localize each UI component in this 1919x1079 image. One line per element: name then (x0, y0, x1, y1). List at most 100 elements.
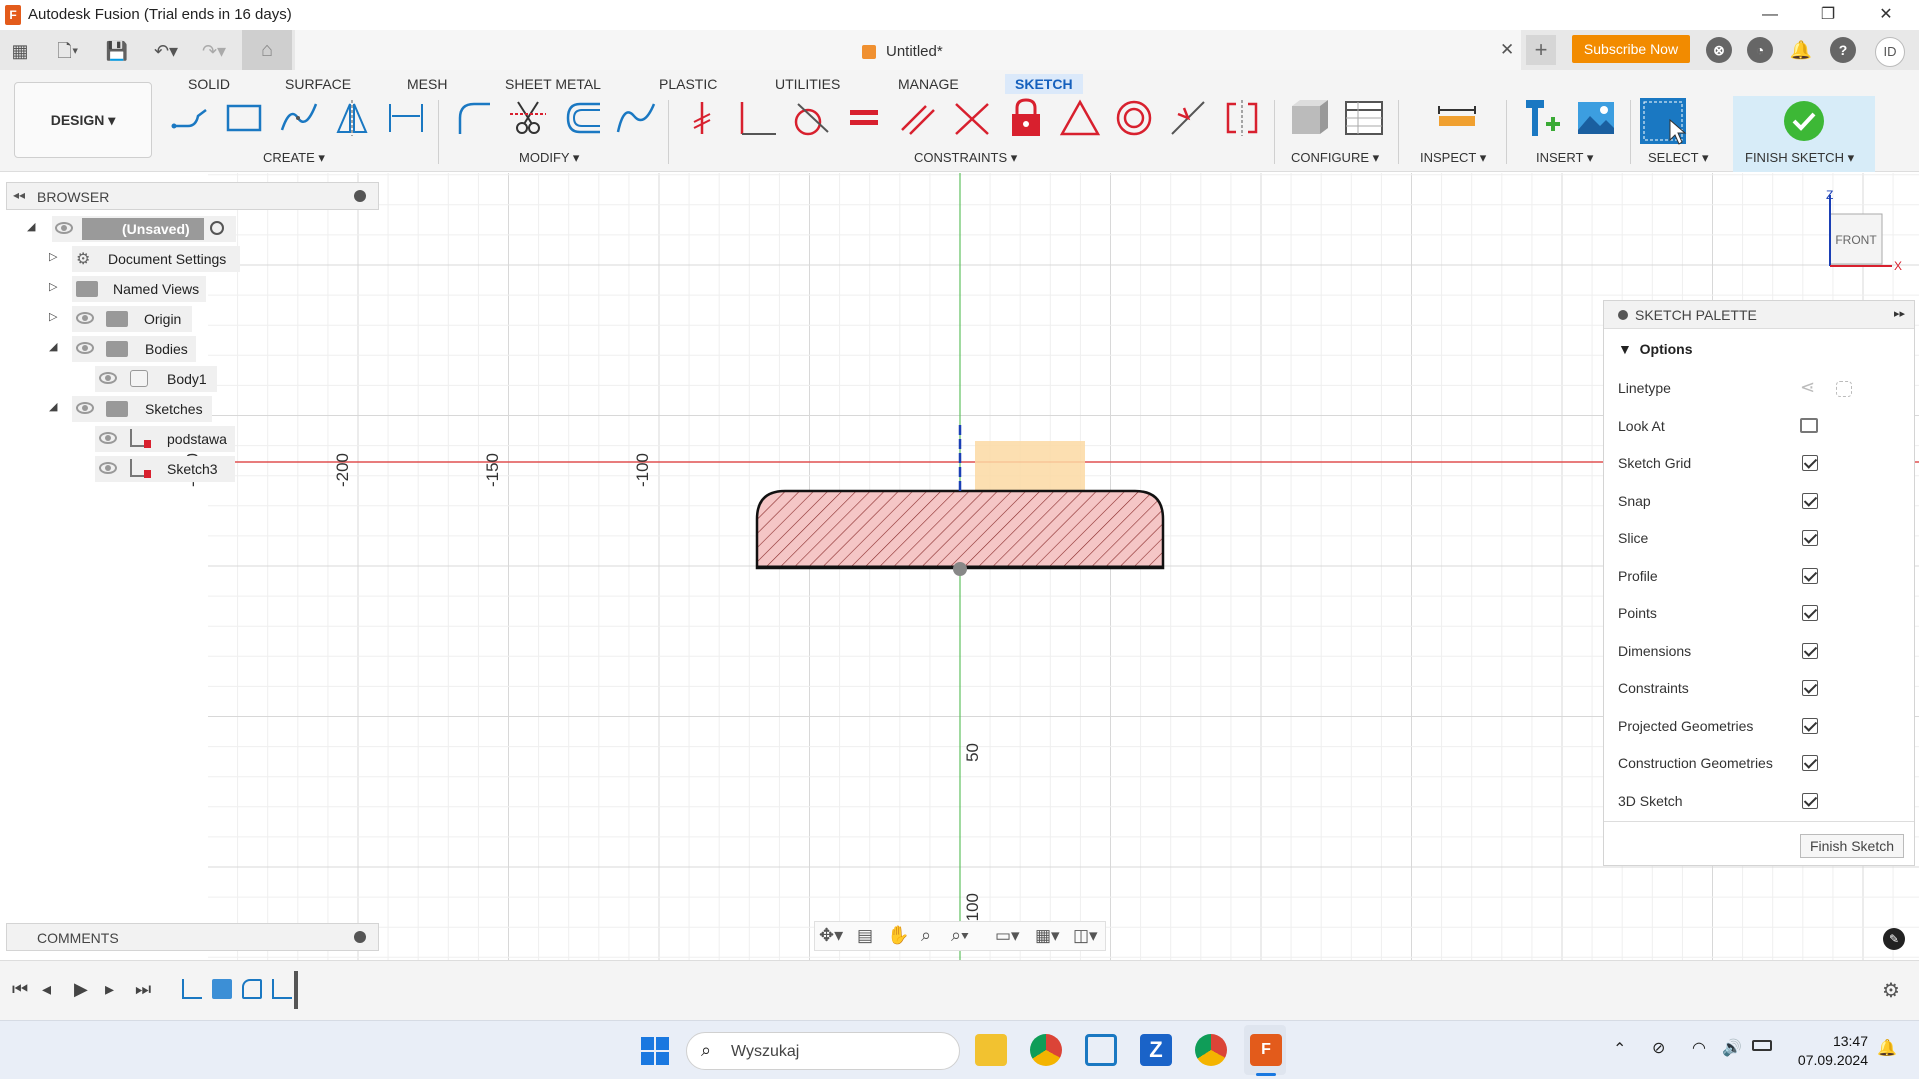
notifications-icon[interactable]: 🔔 (1788, 37, 1814, 63)
fusion-taskbar-icon[interactable]: F (1250, 1034, 1282, 1066)
spline-tool-icon[interactable] (276, 96, 320, 140)
step-forward-icon[interactable]: ▸ (105, 979, 114, 1000)
fix-constraint-icon[interactable] (680, 96, 724, 140)
expand-triangle-icon[interactable]: ▷ (49, 250, 57, 263)
parallel-constraint-icon[interactable] (896, 96, 940, 140)
app-grid-icon[interactable]: ▦ (7, 38, 33, 64)
chrome-icon[interactable] (1030, 1034, 1062, 1066)
save-icon[interactable]: 💾 (104, 38, 130, 64)
close-tab-button[interactable]: ✕ (1500, 40, 1514, 60)
user-avatar[interactable]: ID (1875, 37, 1905, 67)
coincident-constraint-icon[interactable] (950, 96, 994, 140)
perpendicular-constraint-icon[interactable] (734, 96, 778, 140)
tab-plastic[interactable]: PLASTIC (649, 74, 727, 94)
snap-checkbox[interactable] (1802, 493, 1818, 509)
line-tool-icon[interactable] (168, 96, 212, 140)
zoom-icon[interactable]: ⌕ (921, 925, 931, 946)
points-checkbox[interactable] (1802, 605, 1818, 621)
visibility-eye-icon[interactable] (99, 432, 117, 444)
palette-minimize-icon[interactable] (1618, 310, 1628, 320)
lock-constraint-icon[interactable] (1004, 96, 1048, 140)
insert-image-icon[interactable] (1574, 96, 1618, 140)
extensions-icon[interactable]: ⊗ (1706, 37, 1732, 63)
clock-time[interactable]: 13:47 (1798, 1033, 1868, 1049)
pan-hand-icon[interactable]: ✋ (887, 925, 909, 946)
zoom-window-icon[interactable]: ⌕▾ (951, 925, 969, 946)
visibility-eye-icon[interactable] (76, 402, 94, 414)
notification-bell-icon[interactable]: 🔔 (1877, 1038, 1897, 1058)
visibility-eye-icon[interactable] (76, 312, 94, 324)
snipping-tool-icon[interactable] (1085, 1034, 1117, 1066)
clock-date[interactable]: 07.09.2024 (1790, 1052, 1868, 1068)
tab-mesh[interactable]: MESH (397, 74, 457, 94)
tree-item-document-settings[interactable]: ▷ ⚙ Document Settings (0, 246, 380, 272)
tab-manage[interactable]: MANAGE (888, 74, 969, 94)
visibility-eye-icon[interactable] (99, 372, 117, 384)
3d-sketch-checkbox[interactable] (1802, 793, 1818, 809)
visibility-eye-icon[interactable] (76, 342, 94, 354)
triangle-constraint-icon[interactable] (1058, 96, 1102, 140)
windows-start-icon[interactable] (641, 1037, 669, 1065)
orbit-icon[interactable]: ✥▾ (819, 925, 843, 946)
taskbar-search[interactable]: ⌕ Wyszukaj (686, 1032, 960, 1070)
look-at-nav-icon[interactable]: ▤ (857, 926, 873, 946)
subscribe-button[interactable]: Subscribe Now (1572, 35, 1690, 63)
viewcube[interactable]: FRONT Z X (1826, 188, 1902, 273)
insert-group-label[interactable]: INSERT ▾ (1536, 150, 1593, 166)
configure-box-icon[interactable] (1286, 96, 1330, 140)
play-icon[interactable]: ▶ (74, 979, 88, 1000)
home-button[interactable]: ⌂ (242, 30, 292, 70)
gear-icon[interactable]: ⚙ (1882, 978, 1900, 1003)
go-to-end-icon[interactable]: ⏭ (135, 979, 151, 1000)
tree-item-sketch3[interactable]: Sketch3 (0, 456, 380, 482)
timeline-sketch-icon[interactable] (182, 979, 202, 999)
timeline-marker[interactable] (294, 971, 298, 1009)
expand-triangle-icon[interactable]: ▷ (49, 280, 57, 293)
tree-item-origin[interactable]: ▷ Origin (0, 306, 380, 332)
slice-checkbox[interactable] (1802, 530, 1818, 546)
browser-minimize-icon[interactable] (354, 190, 366, 202)
options-section-header[interactable]: ▼ Options (1618, 341, 1693, 357)
symmetry-constraint-icon[interactable] (1220, 96, 1264, 140)
equal-constraint-icon[interactable] (842, 96, 886, 140)
z-app-icon[interactable]: Z (1140, 1034, 1172, 1066)
file-explorer-icon[interactable] (975, 1034, 1007, 1066)
tree-item-named-views[interactable]: ▷ Named Views (0, 276, 380, 302)
dimensions-checkbox[interactable] (1802, 643, 1818, 659)
tree-root[interactable]: ◢ (Unsaved) (0, 216, 380, 242)
spline-modify-icon[interactable] (614, 96, 658, 140)
collapse-browser-icon[interactable]: ◂◂ (13, 188, 25, 202)
battery-icon[interactable] (1752, 1040, 1772, 1051)
chrome-profile-icon[interactable] (1195, 1034, 1227, 1066)
mirror-tool-icon[interactable] (330, 96, 374, 140)
modify-group-label[interactable]: MODIFY ▾ (519, 150, 579, 166)
create-group-label[interactable]: CREATE ▾ (263, 150, 325, 166)
tab-sketch[interactable]: SKETCH (1005, 74, 1083, 94)
rectangle-tool-icon[interactable] (222, 96, 266, 140)
activate-radio-icon[interactable] (210, 221, 224, 235)
text-commands-icon[interactable]: ✎ (1883, 928, 1905, 950)
restore-button[interactable]: ❐ (1800, 0, 1856, 30)
insert-derive-icon[interactable] (1520, 96, 1564, 140)
visibility-eye-icon[interactable] (55, 222, 73, 234)
constraints-group-label[interactable]: CONSTRAINTS ▾ (914, 150, 1017, 166)
tangent-constraint-icon[interactable] (788, 96, 832, 140)
look-at-icon[interactable] (1800, 418, 1818, 433)
add-comment-icon[interactable] (354, 931, 366, 943)
timeline-extrude-icon[interactable] (212, 979, 232, 999)
select-group-label[interactable]: SELECT ▾ (1648, 150, 1708, 166)
configure-group-label[interactable]: CONFIGURE ▾ (1291, 150, 1379, 166)
wifi-icon[interactable]: ◠ (1692, 1038, 1706, 1058)
measure-icon[interactable] (1435, 96, 1479, 140)
fillet-tool-icon[interactable] (452, 96, 496, 140)
job-status-icon[interactable]: ◔ (1747, 37, 1773, 63)
configure-table-icon[interactable] (1342, 96, 1386, 140)
construction-linetype-icon[interactable]: ⋖ (1800, 377, 1815, 398)
help-icon[interactable]: ? (1830, 37, 1856, 63)
projected-geometries-checkbox[interactable] (1802, 718, 1818, 734)
profile-checkbox[interactable] (1802, 568, 1818, 584)
trim-tool-icon[interactable] (506, 96, 550, 140)
timeline-fillet-icon[interactable] (242, 979, 262, 999)
palette-header[interactable]: SKETCH PALETTE ▸▸ (1604, 301, 1914, 329)
tree-item-sketches[interactable]: ◢ Sketches (0, 396, 380, 422)
